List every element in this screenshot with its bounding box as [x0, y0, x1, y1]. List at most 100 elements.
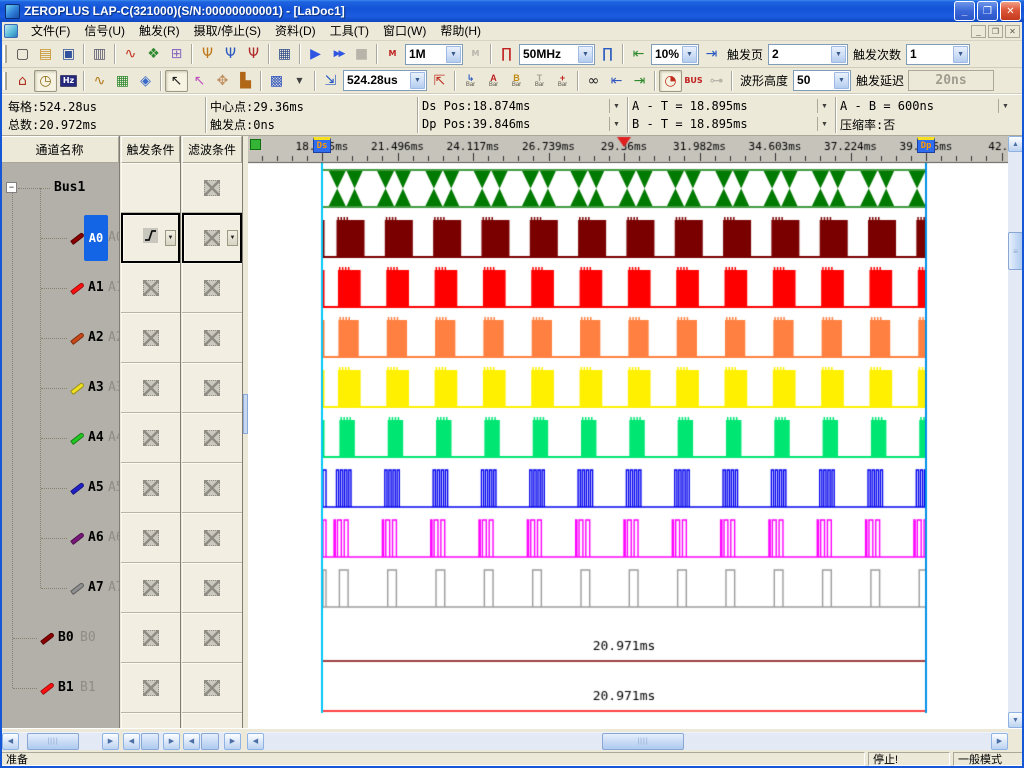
- print-button[interactable]: ▥: [88, 43, 111, 65]
- trigger-page[interactable]: 2▼: [768, 44, 848, 65]
- trigger-pos-left-button[interactable]: ⇤: [627, 43, 650, 65]
- group-setup-button[interactable]: ⊞: [165, 43, 188, 65]
- trigger-condition-cell-A6[interactable]: [121, 513, 180, 563]
- b-bar-button[interactable]: BBar: [505, 70, 528, 92]
- trigger-condition-cell-A4[interactable]: [121, 413, 180, 463]
- channel-row-A6[interactable]: A6A6: [0, 513, 119, 563]
- restore-button[interactable]: ❐: [977, 1, 998, 21]
- wave-height[interactable]: 50▼: [793, 70, 851, 91]
- channel-row-A2[interactable]: A2A2: [0, 313, 119, 363]
- menu-item-4[interactable]: 资料(D): [268, 22, 323, 40]
- wave-height-dropdown-icon[interactable]: ▼: [834, 72, 849, 89]
- bus-trigger-button[interactable]: BUS: [682, 70, 705, 92]
- filter-condition-cell-B1[interactable]: [182, 663, 242, 713]
- trigger-condition-cell-A2[interactable]: [121, 313, 180, 363]
- dp-marker-flag[interactable]: Dp: [917, 137, 935, 153]
- sampling-setup-button[interactable]: ∿: [119, 43, 142, 65]
- scroll-thumb[interactable]: ||||: [602, 733, 684, 750]
- trigger-position[interactable]: 10%▼: [651, 44, 699, 65]
- trigger-column-scrollbar[interactable]: ◀ ▶: [123, 732, 180, 750]
- close-button[interactable]: ✕: [1000, 1, 1021, 21]
- channel-setup-button[interactable]: ❖: [142, 43, 165, 65]
- frequency-counter-button[interactable]: Hz: [57, 70, 80, 92]
- trigger-condition-cell-A3[interactable]: [121, 363, 180, 413]
- scroll-down-icon[interactable]: ▼: [1008, 712, 1023, 728]
- trigger-pos-right-button[interactable]: ⇥: [700, 43, 723, 65]
- mdi-close-button[interactable]: ✕: [1005, 25, 1020, 38]
- toolbar-grip[interactable]: [3, 45, 7, 63]
- menu-item-7[interactable]: 帮助(H): [433, 22, 488, 40]
- waveform-scrollbar[interactable]: ◀ |||| ▶: [247, 732, 1008, 750]
- info-dropdown-icon[interactable]: ▼: [609, 117, 623, 131]
- hand-tool-button[interactable]: ✥: [211, 70, 234, 92]
- scroll-right-icon[interactable]: ▶: [224, 733, 241, 750]
- waveform-pane[interactable]: Ds Dp: [248, 136, 1008, 728]
- filter-dropdown-icon[interactable]: ▼: [227, 230, 238, 246]
- bar-statistics-button[interactable]: ▙: [234, 70, 257, 92]
- trigger-mark-time-button[interactable]: Ψ: [219, 43, 242, 65]
- scroll-right-icon[interactable]: ▶: [102, 733, 119, 750]
- filter-condition-cell-A7[interactable]: [182, 563, 242, 613]
- zoom-tool-button[interactable]: ⇲: [319, 70, 342, 92]
- channel-row-A5[interactable]: A5A5: [0, 463, 119, 513]
- save-file-button[interactable]: ▣: [57, 43, 80, 65]
- menu-item-2[interactable]: 触发(R): [132, 22, 187, 40]
- scroll-up-icon[interactable]: ▲: [1008, 136, 1023, 152]
- scroll-left-icon[interactable]: ◀: [123, 733, 140, 750]
- filter-condition-cell-A2[interactable]: [182, 313, 242, 363]
- toolbar-grip[interactable]: [3, 72, 7, 90]
- channel-row-A4[interactable]: A4A4: [0, 413, 119, 463]
- add-bar-button[interactable]: +Bar: [551, 70, 574, 92]
- channel-row-A3[interactable]: A3A3: [0, 363, 119, 413]
- ds-marker-flag[interactable]: Ds: [313, 137, 331, 153]
- filter-condition-cell-A5[interactable]: [182, 463, 242, 513]
- sample-rate[interactable]: 50MHz▼: [519, 44, 595, 65]
- trigger-condition-cell-B1[interactable]: [121, 663, 180, 713]
- mdi-restore-button[interactable]: ❐: [988, 25, 1003, 38]
- info-dropdown-icon[interactable]: ▼: [998, 99, 1012, 113]
- home-button[interactable]: ⌂: [11, 70, 34, 92]
- goto-bar-button[interactable]: ↳Bar: [459, 70, 482, 92]
- channel-row-B1[interactable]: B1B1: [0, 663, 119, 713]
- goto-trigger-bar-button[interactable]: ⇱: [428, 70, 451, 92]
- waveform-mode-drop-button[interactable]: ▼: [288, 70, 311, 92]
- channel-row-Bus1[interactable]: −Bus1: [0, 163, 119, 213]
- channel-row-B0[interactable]: B0B0: [0, 613, 119, 663]
- trigger-count[interactable]: 1▼: [906, 44, 970, 65]
- sample-rate-dropdown-icon[interactable]: ▼: [578, 46, 593, 63]
- trigger-condition-cell-A5[interactable]: [121, 463, 180, 513]
- scroll-left-icon[interactable]: ◀: [2, 733, 19, 750]
- filter-condition-cell-A3[interactable]: [182, 363, 242, 413]
- filter-condition-cell-A6[interactable]: [182, 513, 242, 563]
- menu-item-3[interactable]: 摄取/停止(S): [187, 22, 268, 40]
- trigger-condition-cell-B0[interactable]: [121, 613, 180, 663]
- new-file-button[interactable]: ▢: [11, 43, 34, 65]
- info-dropdown-icon[interactable]: ▼: [817, 99, 831, 113]
- trigger-position-dropdown-icon[interactable]: ▼: [682, 46, 697, 63]
- navigator-window-button[interactable]: ◈: [134, 70, 157, 92]
- vertical-scroll-thumb[interactable]: ≡: [1008, 232, 1023, 270]
- trigger-condition-cell-A7[interactable]: [121, 563, 180, 613]
- filter-column-scrollbar[interactable]: ◀ ▶: [183, 732, 241, 750]
- scroll-left-icon[interactable]: ◀: [247, 733, 264, 750]
- channel-name-scrollbar[interactable]: ◀ |||| ▶: [2, 732, 119, 750]
- listing-window-button[interactable]: ▦: [111, 70, 134, 92]
- scroll-thumb[interactable]: [201, 733, 219, 750]
- info-dropdown-icon[interactable]: ▼: [609, 99, 623, 113]
- menu-item-0[interactable]: 文件(F): [24, 22, 77, 40]
- mdi-minimize-button[interactable]: _: [971, 25, 986, 38]
- menu-item-6[interactable]: 窗口(W): [376, 22, 433, 40]
- multi-select-cursor-button[interactable]: ↖: [188, 70, 211, 92]
- open-file-button[interactable]: ▤: [34, 43, 57, 65]
- pulse-width-trigger-button[interactable]: ◔: [659, 70, 682, 92]
- tree-expander-icon[interactable]: −: [6, 182, 17, 193]
- trigger-page-dropdown-icon[interactable]: ▼: [831, 46, 846, 63]
- select-cursor-button[interactable]: ↖: [165, 70, 188, 92]
- minimize-button[interactable]: _: [954, 1, 975, 21]
- goto-next-edge-button[interactable]: ⇥: [628, 70, 651, 92]
- menu-item-1[interactable]: 信号(U): [77, 22, 132, 40]
- goto-prev-edge-button[interactable]: ⇤: [605, 70, 628, 92]
- filter-condition-cell-A4[interactable]: [182, 413, 242, 463]
- memory-depth[interactable]: 1M▼: [405, 44, 463, 65]
- filter-condition-cell-A1[interactable]: [182, 263, 242, 313]
